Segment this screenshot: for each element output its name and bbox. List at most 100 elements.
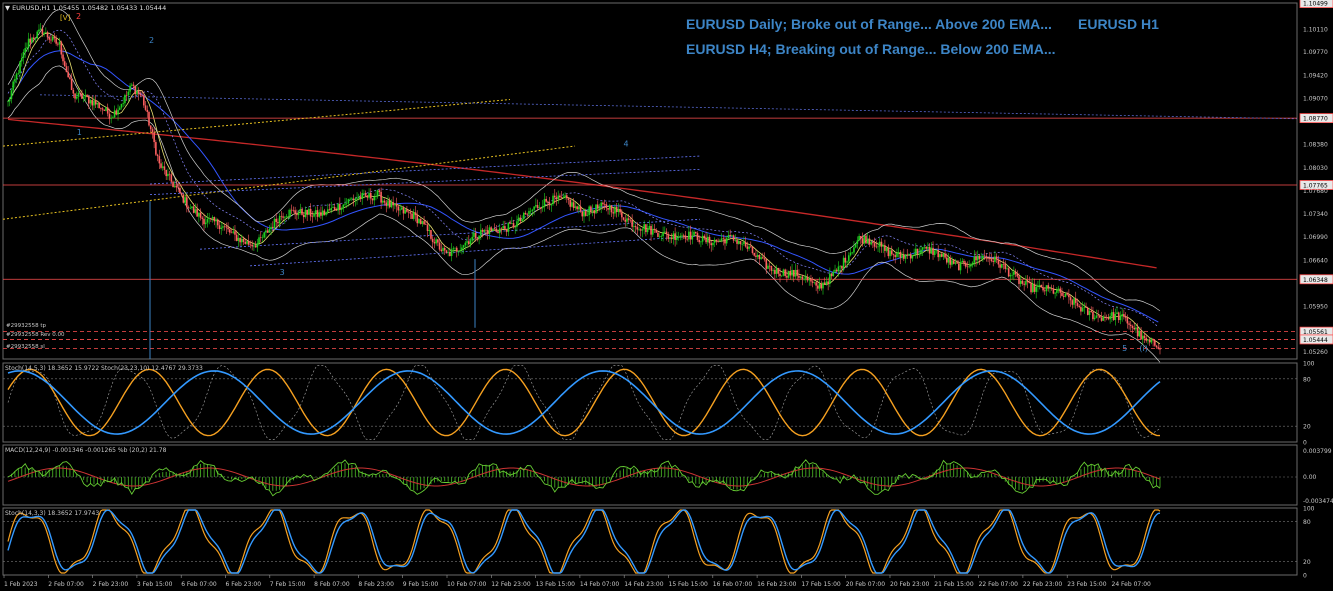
candle-body [130,84,133,86]
candle-body [978,255,981,259]
candle-body [366,195,369,198]
wave-label: (i) [1139,344,1147,353]
candle-body [768,265,771,267]
candle-body [921,247,924,250]
candle-body [51,36,54,41]
candle-body [639,229,642,231]
candle-body [1097,315,1099,317]
marker-v: [V] [60,14,71,22]
candle-body [170,174,173,182]
candle-body [158,156,161,164]
candle-body [719,240,721,242]
candle-body [14,78,16,82]
candle-body [584,211,587,216]
candle-body [626,218,628,222]
candle-body [743,242,745,244]
candle-body [332,207,334,208]
candle-body [782,269,785,276]
candle-body [741,243,743,245]
candle-body [105,107,107,111]
candle-body [380,191,382,203]
candle-body [287,216,290,217]
candle-body [1116,312,1118,314]
candle-body [734,240,737,241]
channel-yellow-upper [2,98,511,147]
x-axis-label: 2 Feb 23:00 [93,581,129,588]
candle-body [27,38,30,48]
candle-body [254,245,257,248]
candle-body [622,217,625,220]
candle-body [492,228,494,231]
candle-body [151,129,154,133]
candle-body [112,117,114,119]
candle-body [939,254,941,258]
stoch2-axis-label: 0 [1303,573,1307,580]
candle-body [62,54,64,62]
candle-body [1131,325,1134,329]
candle-body [531,209,534,211]
candle-body [980,258,982,260]
candle-body [664,231,666,233]
candle-body [352,198,355,201]
candle-body [710,243,713,246]
candle-body [982,255,984,259]
price-axis-label: 1.07340 [1303,211,1328,218]
x-axis-label: 2 Feb 07:00 [48,581,84,588]
pane-border-0 [2,2,1298,360]
candle-body [215,219,217,222]
candle-body [1123,314,1125,317]
candle-body [464,242,467,246]
candle-body [524,212,527,215]
candle-body [610,205,613,213]
candle-body [1142,335,1144,340]
candle-body [75,96,78,99]
candle-body [1061,292,1063,296]
candle-body [449,252,451,256]
candle-body [63,61,66,67]
candle-body [1100,317,1103,321]
candle-body [682,235,685,237]
candle-body [204,222,207,225]
candle-body [908,254,910,256]
candle-body [655,229,658,233]
candle-body [46,32,49,38]
candle-body [369,192,372,199]
candle-body [88,97,90,104]
trading-chart[interactable]: 1 2 3 4 5 (i) ▼ EURUSD,H1 1.05455 1.05482 1.05… [0,0,1333,591]
candle-body [892,254,895,256]
candle-body [225,226,228,228]
channel-blue-2 [149,168,701,196]
candle-body [407,211,410,213]
candle-body [69,77,71,80]
candle-body [144,105,147,110]
ema200-line [7,118,1157,269]
candle-body [296,213,298,216]
candle-body [591,210,594,212]
candle-body [842,257,845,269]
candle-body [550,204,553,206]
candle-body [920,249,922,254]
candle-body [388,200,391,208]
candle-body [818,283,821,289]
candle-body [906,254,909,256]
candle-body [182,194,185,203]
candle-body [677,236,680,238]
candle-body [41,28,44,35]
candle-body [566,195,568,199]
x-axis-label: 20 Feb 23:00 [890,581,930,588]
candle-body [916,248,919,254]
candle-body [306,209,308,215]
candle-body [689,231,692,240]
candle-body [261,237,264,239]
candle-body [749,246,752,248]
candle-body [227,227,229,230]
candle-body [229,229,231,233]
candle-body [86,94,88,98]
candle-body [1083,306,1086,308]
candle-body [949,257,952,265]
candle-body [67,72,69,78]
candle-body [612,212,615,214]
candle-body [180,193,183,195]
candle-body [758,254,761,260]
candle-body [425,224,427,225]
